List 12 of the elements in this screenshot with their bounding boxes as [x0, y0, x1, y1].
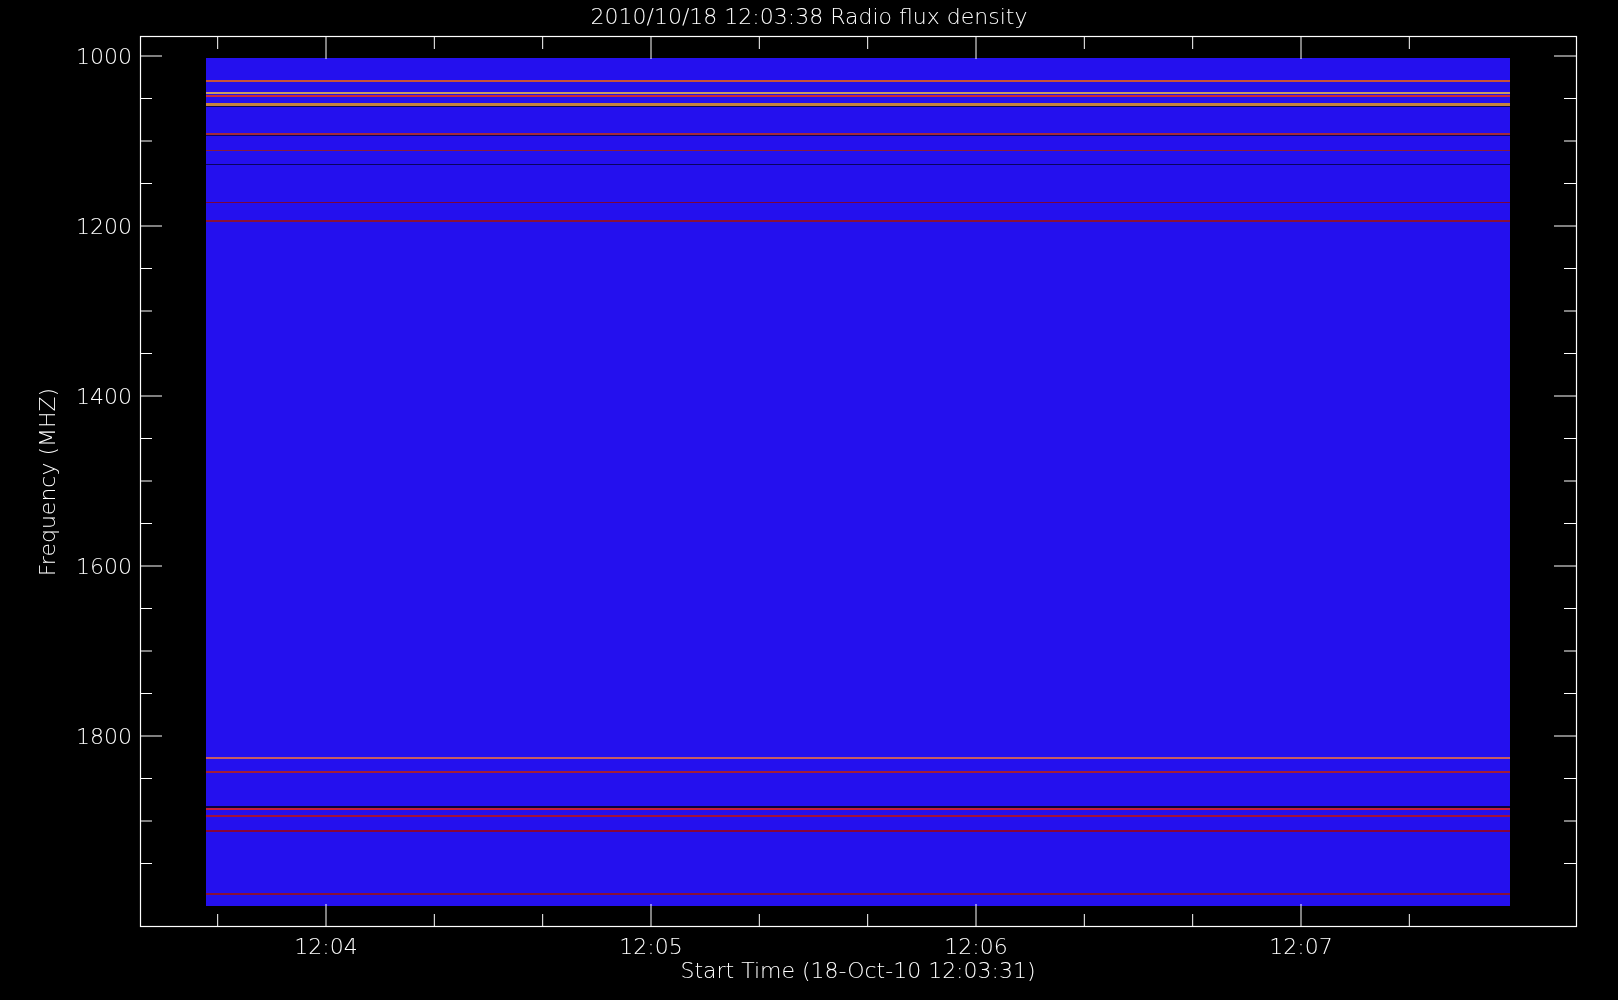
tick-label: 1800: [76, 724, 132, 749]
axis-label: Start Time (18-Oct-10 12:03:31): [680, 958, 1036, 983]
tick-label: 1000: [76, 44, 132, 69]
tick-label: 12:06: [944, 934, 1008, 959]
tick-label: 1600: [76, 554, 132, 579]
chart-title: 2010/10/18 12:03:38 Radio flux density: [590, 4, 1028, 29]
tick-label: 12:05: [619, 934, 683, 959]
axis-label: Frequency (MHZ): [35, 387, 60, 577]
tick-label: 1400: [76, 384, 132, 409]
tick-label: 12:04: [294, 934, 358, 959]
tick-label: 12:07: [1269, 934, 1333, 959]
tick-label: 1200: [76, 214, 132, 239]
